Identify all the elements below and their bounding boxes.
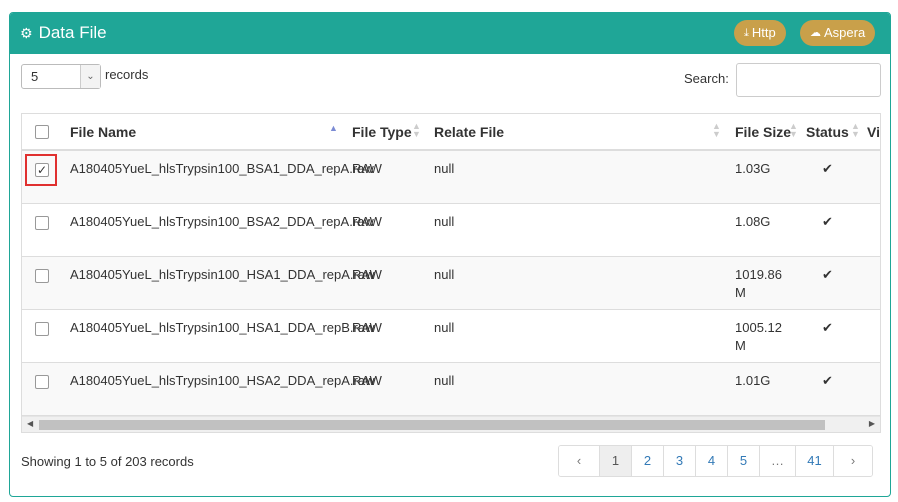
column-header-view[interactable]: Vi bbox=[867, 124, 880, 140]
file-name-cell: A180405YueL_hlsTrypsin100_BSA1_DDA_repA.… bbox=[70, 161, 374, 176]
aspera-download-button[interactable]: ☁ Aspera bbox=[800, 20, 876, 46]
status-check-icon: ✔ bbox=[822, 267, 833, 282]
records-per-page-value: 5 bbox=[31, 69, 39, 84]
scrollbar-thumb[interactable] bbox=[39, 420, 825, 430]
column-header-file-type[interactable]: File Type bbox=[352, 124, 412, 140]
relate-file-cell: null bbox=[434, 267, 455, 282]
data-file-panel: ⚙ Data File ⤓ Http ☁ Aspera 5 ⌄ records … bbox=[9, 12, 891, 497]
column-header-file-size[interactable]: File Size bbox=[735, 124, 791, 140]
relate-file-cell: null bbox=[434, 161, 455, 176]
status-check-icon: ✔ bbox=[822, 320, 833, 335]
scroll-left-icon[interactable]: ◀ bbox=[27, 419, 33, 428]
file-size-cell: 1019.86 M bbox=[735, 267, 782, 300]
file-name-cell: A180405YueL_hlsTrypsin100_HSA2_DDA_repA.… bbox=[70, 373, 375, 388]
file-type-cell: RAW bbox=[352, 373, 382, 388]
row-checkbox[interactable] bbox=[35, 216, 49, 230]
table-row: A180405YueL_hlsTrypsin100_HSA2_DDA_repA.… bbox=[22, 363, 880, 416]
pagination-page-4[interactable]: 4 bbox=[696, 446, 728, 476]
file-size-cell: 1.03G bbox=[735, 161, 771, 176]
gears-icon: ⚙ bbox=[20, 25, 33, 41]
panel-header: ⚙ Data File ⤓ Http ☁ Aspera bbox=[10, 13, 890, 54]
table-row: A180405YueL_hlsTrypsin100_BSA2_DDA_repA.… bbox=[22, 204, 880, 257]
file-size-cell: 1.08G bbox=[735, 214, 771, 229]
row-checkbox[interactable] bbox=[35, 375, 49, 389]
status-check-icon: ✔ bbox=[822, 161, 833, 176]
file-type-cell: RAW bbox=[352, 320, 382, 335]
sort-asc-icon[interactable]: ▲ bbox=[329, 124, 338, 133]
file-name-cell: A180405YueL_hlsTrypsin100_HSA1_DDA_repB.… bbox=[70, 320, 375, 335]
file-name-cell: A180405YueL_hlsTrypsin100_HSA1_DDA_repA.… bbox=[70, 267, 375, 282]
pagination-page-5[interactable]: 5 bbox=[728, 446, 760, 476]
table-header: File Name ▲ File Type ▲ ▼ Relate File ▲ ▼ … bbox=[22, 114, 880, 151]
row-checkbox[interactable]: ✓ bbox=[35, 163, 49, 177]
data-file-table: File Name ▲ File Type ▲ ▼ Relate File ▲ ▼ … bbox=[21, 113, 881, 433]
table-row: A180405YueL_hlsTrypsin100_HSA1_DDA_repB.… bbox=[22, 310, 880, 363]
pagination: ‹ 1 2 3 4 5 … 41 › bbox=[558, 445, 873, 477]
file-type-cell: RAW bbox=[352, 161, 382, 176]
pagination-prev[interactable]: ‹ bbox=[559, 446, 600, 476]
file-type-cell: RAW bbox=[352, 214, 382, 229]
row-checkbox[interactable] bbox=[35, 269, 49, 283]
file-size-cell: 1005.12 M bbox=[735, 320, 782, 353]
file-name-cell: A180405YueL_hlsTrypsin100_BSA2_DDA_repA.… bbox=[70, 214, 374, 229]
table-info: Showing 1 to 5 of 203 records bbox=[21, 454, 194, 469]
search-label: Search: bbox=[684, 71, 729, 86]
file-type-cell: RAW bbox=[352, 267, 382, 282]
relate-file-cell: null bbox=[434, 373, 455, 388]
pagination-page-2[interactable]: 2 bbox=[632, 446, 664, 476]
table-row: ✓ A180405YueL_hlsTrypsin100_BSA1_DDA_rep… bbox=[22, 151, 880, 204]
pagination-page-41[interactable]: 41 bbox=[796, 446, 834, 476]
status-check-icon: ✔ bbox=[822, 214, 833, 229]
relate-file-cell: null bbox=[434, 214, 455, 229]
column-header-file-name[interactable]: File Name bbox=[70, 124, 136, 140]
chevron-down-icon[interactable]: ⌄ bbox=[80, 65, 100, 88]
pagination-next[interactable]: › bbox=[834, 446, 872, 476]
aspera-label: Aspera bbox=[824, 25, 866, 40]
file-size-cell: 1.01G bbox=[735, 373, 771, 388]
sort-icon[interactable]: ▲ ▼ bbox=[851, 122, 860, 139]
horizontal-scrollbar[interactable]: ◀ ▶ bbox=[22, 416, 880, 432]
download-icon: ⤓ bbox=[744, 27, 749, 39]
column-header-status[interactable]: Status bbox=[806, 124, 849, 140]
panel-title-text: Data File bbox=[38, 23, 107, 42]
panel-title: ⚙ Data File bbox=[20, 22, 107, 44]
relate-file-cell: null bbox=[434, 320, 455, 335]
cloud-download-icon: ☁ bbox=[810, 27, 821, 39]
pagination-page-1[interactable]: 1 bbox=[600, 446, 632, 476]
table-row: A180405YueL_hlsTrypsin100_HSA1_DDA_repA.… bbox=[22, 257, 880, 310]
pagination-page-3[interactable]: 3 bbox=[664, 446, 696, 476]
http-label: Http bbox=[751, 25, 776, 40]
select-all-checkbox[interactable] bbox=[35, 125, 49, 139]
scroll-right-icon[interactable]: ▶ bbox=[869, 419, 875, 428]
column-header-relate-file[interactable]: Relate File bbox=[434, 124, 504, 140]
records-per-page-select[interactable]: 5 ⌄ bbox=[21, 64, 101, 89]
status-check-icon: ✔ bbox=[822, 373, 833, 388]
search-input[interactable] bbox=[736, 63, 881, 97]
sort-icon[interactable]: ▲ ▼ bbox=[412, 122, 421, 139]
row-checkbox[interactable] bbox=[35, 322, 49, 336]
sort-icon[interactable]: ▲ ▼ bbox=[712, 122, 721, 139]
pagination-ellipsis: … bbox=[760, 446, 796, 476]
records-label: records bbox=[105, 67, 149, 82]
http-download-button[interactable]: ⤓ Http bbox=[734, 20, 786, 46]
sort-icon[interactable]: ▲ ▼ bbox=[789, 122, 798, 139]
